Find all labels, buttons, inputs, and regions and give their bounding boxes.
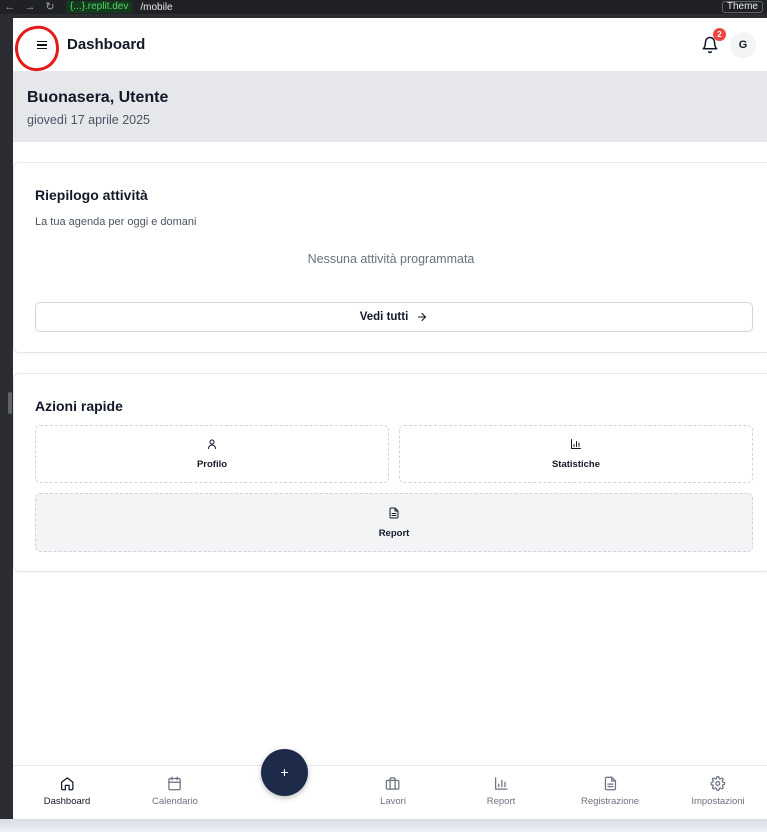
home-icon [60, 777, 74, 791]
avatar[interactable]: G [730, 32, 756, 58]
nav-label: Lavori [380, 796, 406, 807]
card-subtitle: La tua agenda per oggi e domani [35, 216, 197, 228]
nav-item-dashboard[interactable]: Dashboard [44, 766, 90, 819]
reload-icon[interactable]: ↻ [40, 0, 60, 14]
nav-label: Registrazione [580, 796, 640, 807]
menu-button[interactable] [28, 34, 56, 56]
app-header: Dashboard 2 G [13, 18, 767, 74]
calendar-icon [168, 776, 182, 791]
statistics-action-button[interactable]: Statistiche [399, 425, 753, 483]
add-button[interactable]: + [261, 749, 308, 796]
statistics-action-label: Statistiche [551, 459, 601, 470]
greeting-title: Buonasera, Utente [27, 89, 169, 106]
nav-item-registration[interactable]: Registrazione [581, 766, 639, 819]
nav-label: Dashboard [43, 796, 91, 807]
report-action-label: Report [378, 527, 410, 539]
url-path[interactable]: /mobile [140, 2, 172, 13]
nav-label: Calendario [152, 796, 198, 807]
briefcase-icon [386, 777, 400, 790]
card-title: Riepilogo attività [35, 187, 148, 203]
card-title: Azioni rapide [35, 398, 123, 414]
arrow-right-icon [418, 312, 427, 322]
activity-summary-card: Riepilogo attività La tua agenda per ogg… [13, 162, 767, 353]
side-panel-strip [0, 14, 13, 819]
browser-toolbar: ← → ↻ {...}.replit.dev /mobile Theme [0, 0, 767, 14]
nav-item-calendar[interactable]: Calendario [152, 766, 198, 819]
profile-action-button[interactable]: Profilo [35, 425, 389, 483]
see-all-label: Vedi tutti [359, 311, 409, 323]
page-title: Dashboard [67, 36, 146, 53]
hamburger-icon [37, 41, 47, 49]
nav-label: Impostazioni [691, 796, 745, 807]
see-all-button[interactable]: Vedi tutti [35, 302, 753, 332]
report-action-button[interactable]: Report [35, 493, 753, 552]
notification-badge: 2 [713, 28, 726, 41]
greeting-date: giovedì 17 aprile 2025 [27, 113, 151, 127]
nav-item-jobs[interactable]: Lavori [380, 766, 406, 819]
file-text-icon [604, 776, 616, 791]
empty-state-text: Nessuna attività programmata [307, 252, 475, 266]
bar-chart-icon [571, 439, 581, 449]
theme-button[interactable]: Theme [721, 1, 763, 13]
nav-label: Report [486, 796, 516, 807]
nav-item-report[interactable]: Report [486, 766, 516, 819]
back-icon[interactable]: ← [0, 0, 20, 14]
user-icon [208, 439, 216, 449]
desktop-background [0, 819, 767, 832]
profile-action-label: Profilo [196, 459, 228, 470]
nav-item-settings[interactable]: Impostazioni [691, 766, 745, 819]
url-host[interactable]: {...}.replit.dev [66, 1, 133, 13]
bottom-navigation: Dashboard Calendario Lavori Report Regis… [13, 765, 767, 819]
quick-actions-card: Azioni rapide Profilo Statistiche Report [13, 373, 767, 572]
file-text-icon [389, 507, 399, 518]
forward-icon[interactable]: → [20, 0, 40, 14]
bar-chart-icon [494, 777, 508, 790]
mobile-app: Dashboard 2 G Buonasera, Utente giovedì … [13, 18, 767, 819]
resize-handle[interactable] [8, 392, 12, 414]
gear-icon [710, 776, 726, 791]
greeting-banner: Buonasera, Utente giovedì 17 aprile 2025 [13, 72, 767, 142]
